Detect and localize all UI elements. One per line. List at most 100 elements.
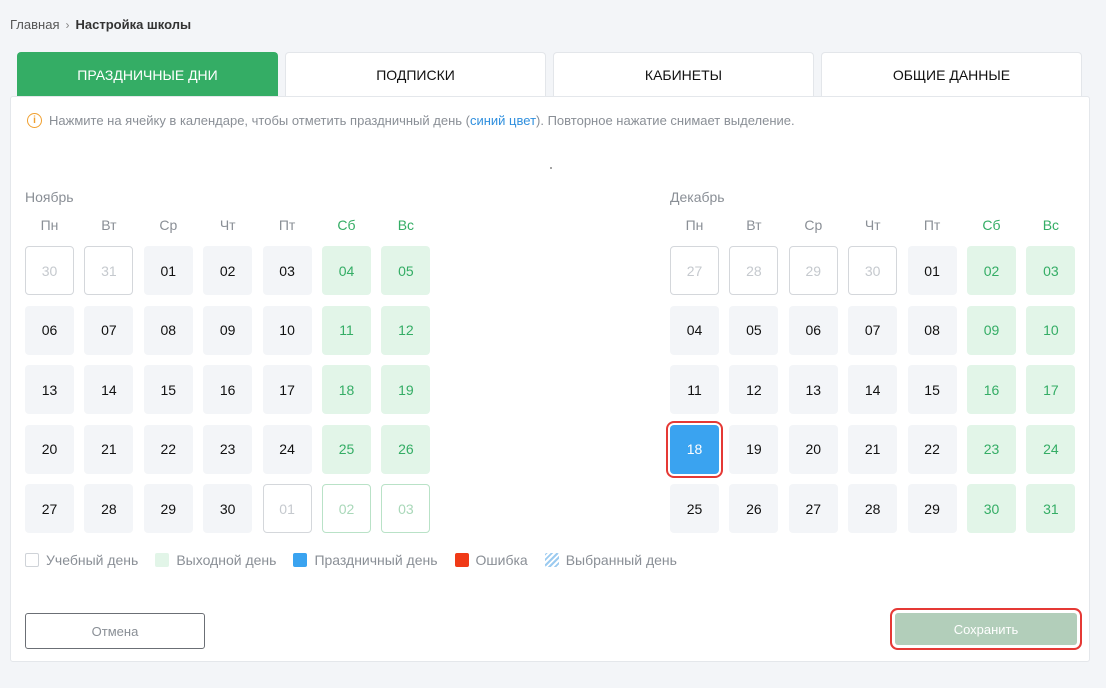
calendar-day[interactable]: 02: [322, 484, 371, 533]
save-button[interactable]: Сохранить: [895, 613, 1077, 645]
calendar-day[interactable]: 12: [381, 305, 431, 355]
calendar-day[interactable]: 17: [262, 365, 312, 414]
calendar-day[interactable]: 28: [848, 484, 898, 533]
calendar-day[interactable]: 02: [203, 246, 253, 295]
calendar-day[interactable]: 03: [262, 246, 312, 295]
tab-subscriptions[interactable]: ПОДПИСКИ: [285, 52, 546, 96]
calendar-day[interactable]: 03: [381, 484, 431, 533]
chevron-right-icon: ›: [65, 17, 70, 32]
calendar-day[interactable]: 19: [381, 365, 431, 414]
calendar-day[interactable]: 14: [848, 365, 898, 414]
tab-general-data[interactable]: ОБЩИЕ ДАННЫЕ: [821, 52, 1082, 96]
error-swatch: [454, 553, 469, 567]
calendar-day[interactable]: 20: [25, 424, 74, 474]
calendar-day[interactable]: 06: [25, 305, 74, 355]
calendar-day[interactable]: 18: [322, 365, 371, 414]
legend-label: Ошибка: [475, 552, 528, 568]
calendar-day[interactable]: 16: [967, 365, 1016, 414]
weekday-label: Пн: [40, 217, 59, 233]
hint-text-blue: синий цвет: [469, 113, 537, 128]
tab-rooms[interactable]: КАБИНЕТЫ: [553, 52, 814, 96]
calendar-day[interactable]: 26: [381, 424, 431, 474]
calendar-day[interactable]: 18: [670, 424, 719, 474]
breadcrumb-current: Настройка школы: [75, 17, 192, 32]
calendar-day[interactable]: 28: [729, 246, 779, 295]
calendar-day[interactable]: 15: [143, 365, 193, 414]
calendar-day[interactable]: 06: [788, 305, 838, 355]
calendar-day[interactable]: 17: [1026, 365, 1076, 414]
breadcrumb: Главная › Настройка школы: [10, 17, 191, 32]
weekday-label: Сб: [982, 217, 1001, 233]
weekday-label: Вт: [746, 217, 762, 233]
calendar-day[interactable]: 01: [907, 246, 957, 295]
hint-text-after: ). Повторное нажатие снимает выделение.: [536, 113, 795, 128]
legend-label: Выбранный день: [565, 552, 677, 568]
calendar-day[interactable]: 31: [84, 246, 134, 295]
calendar-day[interactable]: 23: [967, 424, 1016, 474]
calendar-day[interactable]: 03: [1026, 246, 1076, 295]
tab-holidays[interactable]: ПРАЗДНИЧНЫЕ ДНИ: [17, 52, 278, 96]
calendar-day[interactable]: 20: [788, 424, 838, 474]
calendar-day[interactable]: 11: [670, 365, 719, 414]
calendar-day[interactable]: 11: [322, 305, 371, 355]
calendar-day[interactable]: 10: [1026, 305, 1076, 355]
weekday-label: Чт: [219, 217, 236, 233]
weekday-label: Вс: [1042, 217, 1060, 233]
calendar-day[interactable]: 14: [84, 365, 134, 414]
weekday-label: Вс: [397, 217, 415, 233]
calendar-day[interactable]: 30: [203, 484, 253, 533]
calendar-december: Декабрь Пн Вт Ср Чт Пт Сб Вс 27 28 29 30 01 02 03 04 0…: [670, 189, 1076, 533]
calendar-day[interactable]: 04: [670, 305, 719, 355]
calendar-day[interactable]: 13: [788, 365, 838, 414]
calendar-day[interactable]: 19: [729, 424, 779, 474]
calendar-day[interactable]: 16: [203, 365, 253, 414]
hint-text-before: Нажмите на ячейку в календаре, чтобы отм…: [49, 113, 470, 128]
calendar-day[interactable]: 25: [322, 424, 371, 474]
calendar-day[interactable]: 15: [907, 365, 957, 414]
legend-error: Ошибка: [454, 552, 528, 568]
calendar-day[interactable]: 30: [848, 246, 898, 295]
calendar-day[interactable]: 24: [1026, 424, 1076, 474]
cancel-button[interactable]: Отмена: [25, 613, 205, 649]
calendar-day[interactable]: 23: [203, 424, 253, 474]
calendar-day[interactable]: 27: [788, 484, 838, 533]
calendar-day[interactable]: 09: [967, 305, 1016, 355]
calendar-day[interactable]: 01: [143, 246, 193, 295]
calendar-day[interactable]: 30: [25, 246, 74, 295]
calendar-day[interactable]: 07: [84, 305, 134, 355]
calendar-day[interactable]: 05: [729, 305, 779, 355]
calendar-day[interactable]: 27: [670, 246, 719, 295]
calendar-day[interactable]: 27: [25, 484, 74, 533]
calendar-day[interactable]: 12: [729, 365, 779, 414]
calendar-day[interactable]: 01: [262, 484, 312, 533]
calendar-day[interactable]: 29: [788, 246, 838, 295]
calendar-day[interactable]: 30: [967, 484, 1016, 533]
calendar-day[interactable]: 25: [670, 484, 719, 533]
calendar-day[interactable]: 21: [848, 424, 898, 474]
calendar-day[interactable]: 02: [967, 246, 1016, 295]
calendar-day[interactable]: 05: [381, 246, 431, 295]
hint-message: i Нажмите на ячейку в календаре, чтобы о…: [27, 113, 795, 128]
legend-selected-day: Выбранный день: [544, 552, 677, 568]
calendar-day[interactable]: 04: [322, 246, 371, 295]
calendar-day[interactable]: 26: [729, 484, 779, 533]
calendar-day[interactable]: 29: [907, 484, 957, 533]
legend: Учебный день Выходной день Праздничный д…: [25, 552, 694, 568]
calendar-day[interactable]: 21: [84, 424, 134, 474]
calendar-day[interactable]: 28: [84, 484, 134, 533]
legend-label: Выходной день: [176, 552, 277, 568]
calendar-day[interactable]: 10: [262, 305, 312, 355]
calendar-day[interactable]: 08: [907, 305, 957, 355]
weekday-label: Пн: [685, 217, 704, 233]
breadcrumb-home-link[interactable]: Главная: [10, 17, 59, 32]
calendar-day[interactable]: 22: [907, 424, 957, 474]
legend-study-day: Учебный день: [25, 552, 138, 568]
calendar-day[interactable]: 24: [262, 424, 312, 474]
calendar-day[interactable]: 09: [203, 305, 253, 355]
calendar-day[interactable]: 29: [143, 484, 193, 533]
calendar-day[interactable]: 22: [143, 424, 193, 474]
calendar-day[interactable]: 08: [143, 305, 193, 355]
calendar-day[interactable]: 07: [848, 305, 898, 355]
calendar-day[interactable]: 13: [25, 365, 74, 414]
calendar-day[interactable]: 31: [1026, 484, 1076, 533]
